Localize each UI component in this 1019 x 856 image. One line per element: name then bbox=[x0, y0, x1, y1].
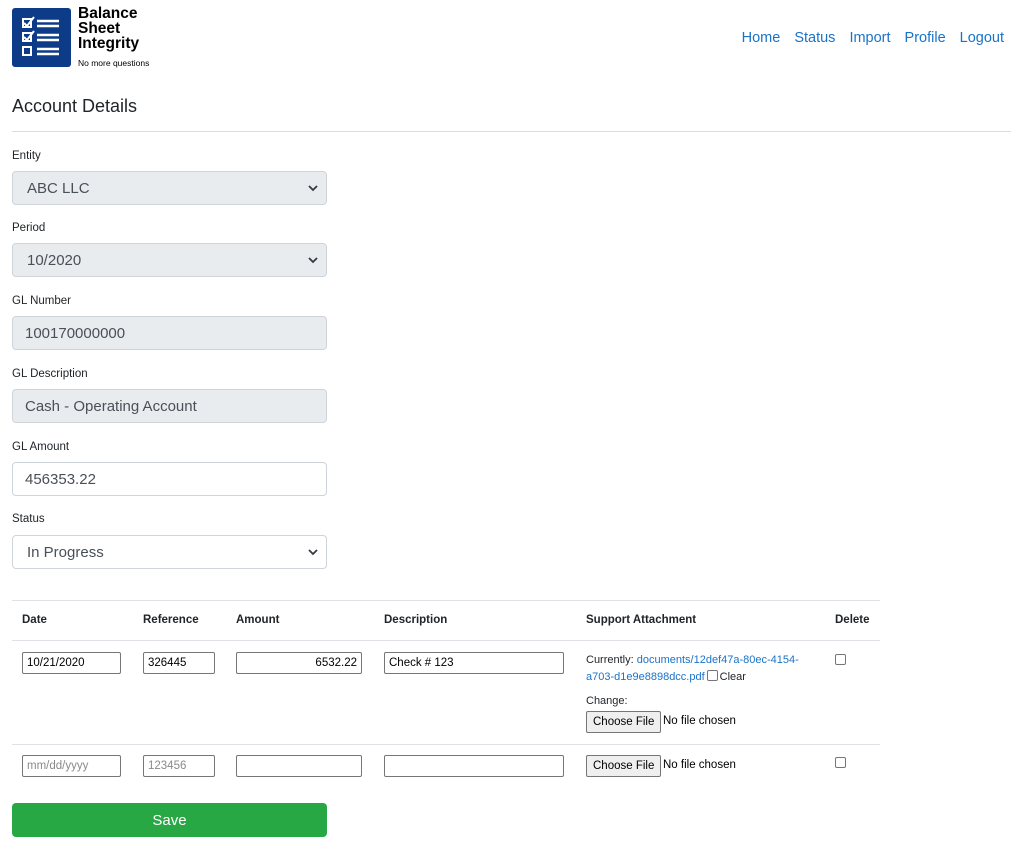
chevron-down-icon bbox=[308, 257, 318, 264]
chevron-down-icon bbox=[308, 549, 318, 556]
file-status: No file chosen bbox=[663, 759, 736, 771]
reference-value: 326445 bbox=[148, 657, 187, 669]
amount-input[interactable] bbox=[236, 755, 362, 777]
checklist-icon bbox=[22, 16, 59, 56]
col-date: Date bbox=[22, 614, 47, 626]
amount-input[interactable]: 6532.22 bbox=[236, 652, 362, 674]
gl-number-label: GL Number bbox=[12, 295, 72, 307]
nav-status[interactable]: Status bbox=[794, 30, 835, 46]
description-input[interactable] bbox=[384, 755, 564, 777]
status-select[interactable]: In Progress bbox=[12, 535, 327, 569]
attachment-link-line2: a703-d1e9e8898dcc.pdf bbox=[586, 671, 705, 683]
col-delete: Delete bbox=[835, 614, 870, 626]
col-support-attachment: Support Attachment bbox=[586, 614, 697, 626]
attachment-link-line1: documents/12def47a-80ec-4154- bbox=[636, 654, 799, 666]
brand-title: Balance Sheet Integrity bbox=[78, 5, 140, 52]
table-row: mm/dd/yyyy 123456 Choose File No file ch… bbox=[12, 745, 880, 791]
col-amount: Amount bbox=[236, 614, 280, 626]
date-placeholder: mm/dd/yyyy bbox=[27, 760, 89, 772]
entity-select[interactable]: ABC LLC bbox=[12, 171, 327, 205]
col-reference: Reference bbox=[143, 614, 199, 626]
top-nav: Home Status Import Profile Logout bbox=[742, 30, 1004, 46]
date-input[interactable]: 10/21/2020 bbox=[22, 652, 121, 674]
reference-input[interactable]: 326445 bbox=[143, 652, 215, 674]
nav-profile[interactable]: Profile bbox=[905, 30, 946, 46]
nav-home[interactable]: Home bbox=[742, 30, 781, 46]
gl-amount-value: 456353.22 bbox=[25, 470, 96, 488]
change-label: Change: bbox=[586, 695, 628, 707]
nav-import[interactable]: Import bbox=[849, 30, 890, 46]
clear-checkbox[interactable] bbox=[706, 670, 718, 681]
period-label: Period bbox=[12, 222, 46, 234]
gl-description-field[interactable]: Cash - Operating Account bbox=[12, 389, 327, 423]
gl-number-value: 100170000000 bbox=[25, 324, 126, 342]
file-status: No file chosen bbox=[663, 715, 736, 727]
period-value: 10/2020 bbox=[27, 251, 82, 269]
delete-checkbox[interactable] bbox=[835, 757, 846, 768]
table-header: Date Reference Amount Description Suppor… bbox=[12, 601, 880, 641]
amount-value: 6532.22 bbox=[315, 657, 357, 669]
gl-description-label: GL Description bbox=[12, 368, 88, 380]
reference-input[interactable]: 123456 bbox=[143, 755, 215, 777]
chevron-down-icon bbox=[308, 185, 318, 192]
entity-label: Entity bbox=[12, 150, 41, 162]
gl-number-field[interactable]: 100170000000 bbox=[12, 316, 327, 350]
delete-checkbox[interactable] bbox=[835, 654, 846, 665]
choose-file-button[interactable]: Choose File bbox=[586, 755, 662, 777]
logo bbox=[12, 8, 71, 67]
gl-description-value: Cash - Operating Account bbox=[25, 397, 197, 415]
description-input[interactable]: Check # 123 bbox=[384, 652, 564, 674]
transactions-table: Date Reference Amount Description Suppor… bbox=[12, 600, 880, 791]
description-value: Check # 123 bbox=[389, 657, 454, 669]
gl-amount-label: GL Amount bbox=[12, 441, 70, 453]
status-label: Status bbox=[12, 513, 45, 525]
divider bbox=[12, 131, 1011, 132]
period-select[interactable]: 10/2020 bbox=[12, 243, 327, 277]
date-value: 10/21/2020 bbox=[27, 657, 85, 669]
currently-label: Currently: bbox=[586, 654, 634, 666]
choose-file-button[interactable]: Choose File bbox=[586, 711, 662, 733]
page-title: Account Details bbox=[12, 96, 138, 116]
status-value: In Progress bbox=[27, 543, 104, 561]
brand-tagline: No more questions bbox=[78, 58, 150, 68]
nav-logout[interactable]: Logout bbox=[960, 30, 1004, 46]
clear-label: Clear bbox=[719, 671, 746, 683]
save-button[interactable]: Save bbox=[12, 803, 327, 837]
entity-value: ABC LLC bbox=[27, 179, 90, 197]
current-attachment: Currently: documents/12def47a-80ec-4154-… bbox=[586, 652, 826, 686]
gl-amount-input[interactable]: 456353.22 bbox=[12, 462, 327, 496]
date-input[interactable]: mm/dd/yyyy bbox=[22, 755, 121, 777]
col-description: Description bbox=[384, 614, 448, 626]
reference-placeholder: 123456 bbox=[148, 760, 187, 772]
table-row: 10/21/2020 326445 6532.22 Check # 123 Cu… bbox=[12, 641, 880, 745]
